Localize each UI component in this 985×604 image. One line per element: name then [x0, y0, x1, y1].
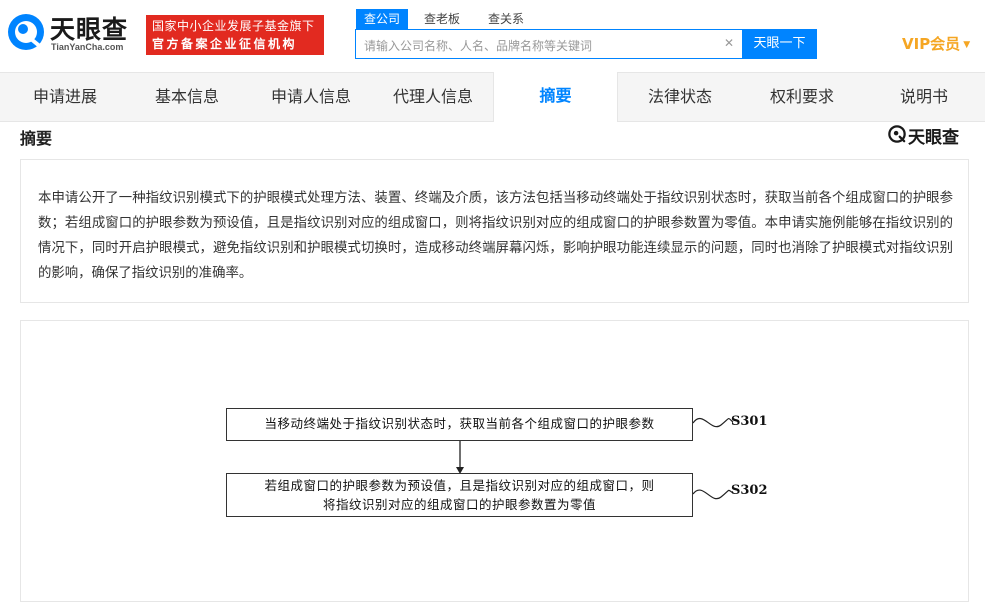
brand-watermark: 天眼查: [888, 123, 968, 148]
abstract-panel: 本申请公开了一种指纹识别模式下的护眼模式处理方法、装置、终端及介质，该方法包括当…: [20, 159, 969, 303]
vip-label: VIP会员: [902, 35, 961, 53]
official-badge: 国家中小企业发展子基金旗下 官方备案企业征信机构: [146, 15, 324, 55]
search-tab-boss[interactable]: 查老板: [414, 9, 470, 29]
search-tab-company[interactable]: 查公司: [356, 9, 409, 29]
search-tab-relation[interactable]: 查关系: [478, 9, 534, 29]
logo-text: 天眼查: [50, 15, 129, 44]
site-logo[interactable]: 天眼查 TianYanCha.com: [6, 10, 138, 56]
nav-tab-basic-info[interactable]: 基本信息: [122, 73, 252, 121]
site-header: 天眼查 TianYanCha.com 国家中小企业发展子基金旗下 官方备案企业征…: [0, 0, 985, 72]
nav-tab-claims[interactable]: 权利要求: [737, 73, 867, 121]
brand-text: 天眼查: [908, 128, 959, 148]
badge-line-2: 官方备案企业征信机构: [152, 37, 298, 51]
tianyancha-logo-icon: [888, 125, 906, 143]
nav-tab-abstract[interactable]: 摘要: [493, 72, 618, 122]
nav-tab-applicant[interactable]: 申请人信息: [246, 73, 376, 121]
section-nav: 申请进展 基本信息 申请人信息 代理人信息 摘要 法律状态 权利要求 说明书: [0, 72, 985, 122]
search-input[interactable]: 请输入公司名称、人名、品牌名称等关键词: [355, 29, 742, 59]
flow-step-text: 当移动终端处于指纹识别状态时，获取当前各个组成窗口的护眼参数: [264, 416, 655, 431]
flow-step-label: S301: [731, 414, 768, 429]
nav-tab-legal-status[interactable]: 法律状态: [615, 73, 745, 121]
tianyancha-logo-icon: [8, 14, 44, 50]
flow-step-label: S302: [731, 483, 768, 498]
search-placeholder: 请输入公司名称、人名、品牌名称等关键词: [364, 39, 593, 53]
search-button[interactable]: 天眼一下: [742, 29, 817, 59]
nav-tab-description[interactable]: 说明书: [860, 73, 985, 121]
flow-step-box: 当移动终端处于指纹识别状态时，获取当前各个组成窗口的护眼参数: [226, 408, 693, 441]
nav-tab-agent[interactable]: 代理人信息: [368, 73, 498, 121]
abstract-figure: 当移动终端处于指纹识别状态时，获取当前各个组成窗口的护眼参数 若组成窗口的护眼参…: [20, 320, 969, 602]
flow-step-text: 将指纹识别对应的组成窗口的护眼参数置为零值: [322, 497, 596, 512]
badge-line-1: 国家中小企业发展子基金旗下: [152, 19, 315, 33]
abstract-text: 本申请公开了一种指纹识别模式下的护眼模式处理方法、装置、终端及介质，该方法包括当…: [38, 191, 953, 281]
search-tabs: 查公司 查老板 查关系: [356, 9, 542, 29]
logo-subtext: TianYanCha.com: [51, 42, 124, 52]
flow-step-text: 若组成窗口的护眼参数为预设值，且是指纹识别对应的组成窗口，则: [264, 478, 655, 493]
flow-step-box: 若组成窗口的护眼参数为预设值，且是指纹识别对应的组成窗口，则 将指纹识别对应的组…: [226, 473, 693, 517]
flowchart-lines: [456, 417, 734, 500]
abstract-title: 摘要: [20, 129, 53, 148]
vip-menu[interactable]: VIP会员 ▼: [902, 33, 970, 54]
chevron-down-icon: ▼: [963, 39, 971, 50]
nav-tab-progress[interactable]: 申请进展: [0, 73, 130, 121]
clear-icon[interactable]: ✕: [722, 36, 736, 50]
